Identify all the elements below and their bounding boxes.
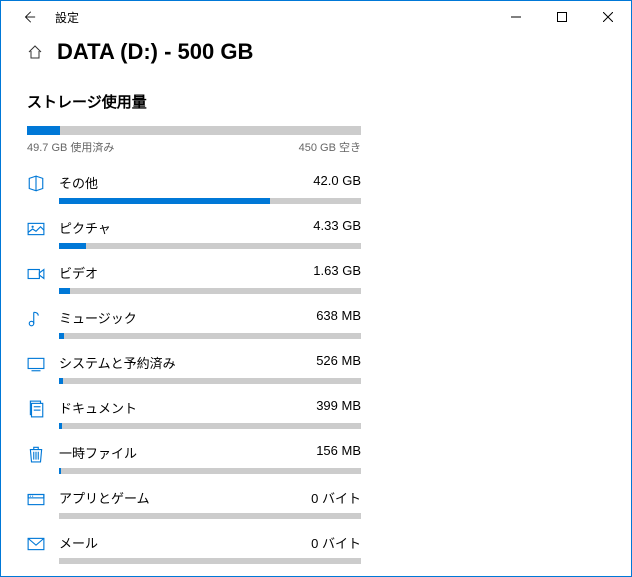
category-bar (59, 198, 361, 204)
category-row[interactable]: システムと予約済み 526 MB (27, 353, 605, 384)
category-bar-fill (59, 378, 63, 384)
category-size: 42.0 GB (313, 173, 361, 192)
category-bar-fill (59, 333, 64, 339)
back-button[interactable] (9, 1, 49, 33)
category-size: 1.63 GB (313, 263, 361, 282)
category-size: 0 バイト (311, 533, 361, 552)
pictures-icon (27, 220, 45, 238)
category-bar-fill (59, 468, 61, 474)
other-icon (27, 175, 45, 193)
category-row[interactable]: メール 0 バイト (27, 533, 605, 564)
category-bar (59, 513, 361, 519)
used-label: 49.7 GB 使用済み (27, 139, 114, 155)
category-row[interactable]: ミュージック 638 MB (27, 308, 605, 339)
category-bar (59, 468, 361, 474)
category-bar-fill (59, 288, 70, 294)
maximize-button[interactable] (539, 1, 585, 33)
category-label: ピクチャ (59, 218, 111, 237)
close-button[interactable] (585, 1, 631, 33)
category-label: ビデオ (59, 263, 98, 282)
category-bar-fill (59, 243, 86, 249)
mail-icon (27, 535, 45, 553)
storage-usage-bar (27, 126, 361, 135)
category-label: 一時ファイル (59, 443, 137, 462)
minimize-button[interactable] (493, 1, 539, 33)
page-title: DATA (D:) - 500 GB (57, 39, 253, 65)
system-icon (27, 355, 45, 373)
category-bar (59, 558, 361, 564)
category-label: その他 (59, 173, 98, 192)
category-size: 156 MB (316, 443, 361, 462)
category-bar (59, 333, 361, 339)
category-label: メール (59, 533, 98, 552)
category-bar (59, 288, 361, 294)
documents-icon (27, 400, 45, 418)
category-size: 0 バイト (311, 488, 361, 507)
section-title: ストレージ使用量 (27, 91, 605, 112)
category-bar-fill (59, 423, 62, 429)
category-label: ミュージック (59, 308, 137, 327)
category-row[interactable]: アプリとゲーム 0 バイト (27, 488, 605, 519)
category-label: システムと予約済み (59, 353, 176, 372)
category-row[interactable]: ピクチャ 4.33 GB (27, 218, 605, 249)
category-size: 526 MB (316, 353, 361, 372)
category-size: 4.33 GB (313, 218, 361, 237)
temp-icon (27, 445, 45, 463)
category-row[interactable]: ドキュメント 399 MB (27, 398, 605, 429)
home-icon[interactable] (27, 44, 43, 60)
category-label: アプリとゲーム (59, 488, 150, 507)
category-size: 399 MB (316, 398, 361, 417)
category-row[interactable]: 一時ファイル 156 MB (27, 443, 605, 474)
apps-icon (27, 490, 45, 508)
category-size: 638 MB (316, 308, 361, 327)
category-bar (59, 423, 361, 429)
window-title: 設定 (55, 9, 79, 26)
category-bar (59, 243, 361, 249)
storage-usage-fill (27, 126, 60, 135)
category-row[interactable]: その他 42.0 GB (27, 173, 605, 204)
free-label: 450 GB 空き (299, 139, 361, 155)
category-label: ドキュメント (59, 398, 137, 417)
category-bar-fill (59, 198, 270, 204)
category-bar (59, 378, 361, 384)
music-icon (27, 310, 45, 328)
videos-icon (27, 265, 45, 283)
category-row[interactable]: ビデオ 1.63 GB (27, 263, 605, 294)
